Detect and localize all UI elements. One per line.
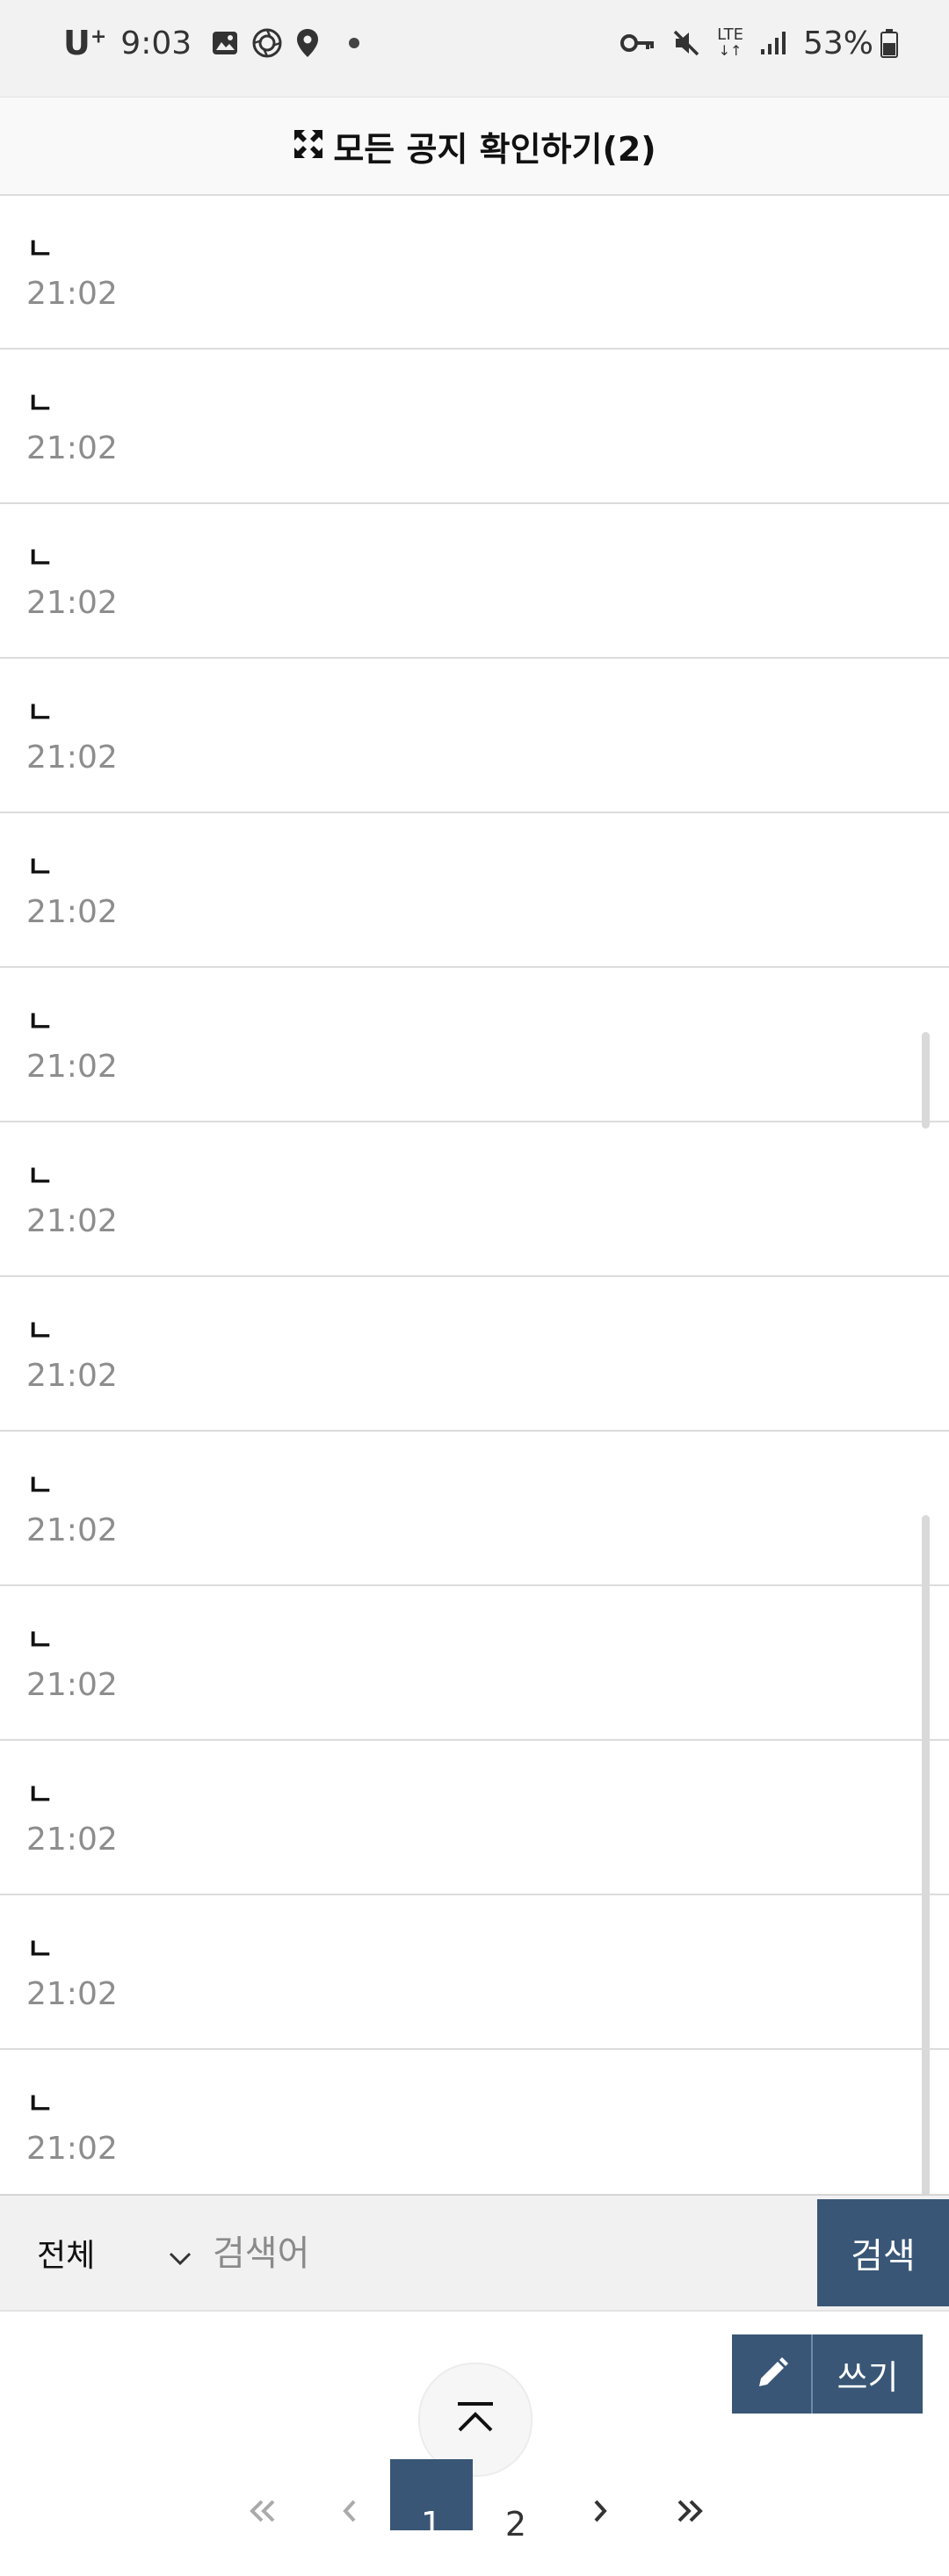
next-page-button[interactable] — [587, 2459, 613, 2569]
pagination: 1 2 — [0, 2459, 949, 2544]
post-time: 21:02 — [26, 1049, 118, 1085]
post-time: 21:02 — [26, 740, 118, 776]
post-subject: ㄴ — [26, 1778, 54, 1813]
post-time: 21:02 — [26, 1512, 118, 1548]
post-time: 21:02 — [26, 894, 118, 930]
battery-icon — [880, 28, 898, 58]
post-time: 21:02 — [26, 1358, 118, 1394]
notification-dot-icon — [348, 37, 360, 49]
status-clock: 9:03 — [120, 25, 192, 61]
page-2-button[interactable]: 2 — [498, 2459, 533, 2576]
page-title: 모든 공지 확인하기(2) — [333, 129, 656, 169]
post-subject: ㄴ — [26, 1932, 54, 1967]
post-list-item[interactable]: ㄴ 21:02 — [0, 1277, 949, 1432]
post-subject: ㄴ — [26, 541, 54, 576]
scrollbar-thumb[interactable] — [922, 1515, 930, 2218]
post-list: ㄴ 21:02 ㄴ 21:02 ㄴ 21:02 ㄴ 21:02 ㄴ 21:02 ㄴ 21:02 ㄴ 21:… — [0, 195, 949, 2204]
search-input[interactable] — [211, 2222, 794, 2285]
post-list-item[interactable]: ㄴ 21:02 — [0, 1122, 949, 1277]
post-subject: ㄴ — [26, 696, 54, 731]
post-subject: ㄴ — [26, 1314, 54, 1349]
prev-page-button[interactable] — [332, 2459, 367, 2569]
expand-arrows-icon — [293, 128, 324, 163]
post-time: 21:02 — [26, 430, 118, 466]
post-time: 21:02 — [26, 1822, 118, 1858]
post-list-item[interactable]: ㄴ 21:02 — [0, 968, 949, 1122]
post-list-item[interactable]: ㄴ 21:02 — [0, 813, 949, 968]
post-list-item[interactable]: ㄴ 21:02 — [0, 2050, 949, 2204]
search-scope-label: 전체 — [37, 2238, 96, 2274]
last-page-button[interactable] — [668, 2459, 712, 2569]
carrier-label: U+ — [63, 24, 107, 62]
write-button-label: 쓰기 — [837, 2357, 899, 2397]
chevron-up-icon — [453, 2400, 497, 2439]
post-list-item[interactable]: ㄴ 21:02 — [0, 350, 949, 504]
post-subject: ㄴ — [26, 1005, 54, 1040]
post-time: 21:02 — [26, 1667, 118, 1703]
search-bar: 전체 검색 — [0, 2194, 949, 2312]
post-list-item[interactable]: ㄴ 21:02 — [0, 195, 949, 350]
chevron-down-icon — [167, 2240, 193, 2276]
post-subject: ㄴ — [26, 1623, 54, 1658]
post-list-item[interactable]: ㄴ 21:02 — [0, 1586, 949, 1741]
write-button[interactable]: 쓰기 — [732, 2334, 923, 2414]
gallery-icon — [211, 29, 239, 57]
page-1-button[interactable]: 1 — [390, 2459, 473, 2544]
pencil-icon — [732, 2334, 813, 2414]
signal-icon — [759, 30, 787, 56]
notice-header[interactable]: 모든 공지 확인하기(2) — [0, 97, 949, 196]
post-time: 21:02 — [26, 585, 118, 621]
post-subject: ㄴ — [26, 1159, 54, 1194]
post-time: 21:02 — [26, 1203, 118, 1239]
post-subject: ㄴ — [26, 386, 54, 422]
location-pin-icon — [295, 27, 320, 59]
mute-icon — [671, 28, 701, 58]
post-time: 21:02 — [26, 276, 118, 312]
post-subject: ㄴ — [26, 1468, 54, 1504]
aperture-icon — [251, 27, 283, 59]
post-subject: ㄴ — [26, 2087, 54, 2122]
search-scope-select[interactable]: 전체 — [37, 2196, 192, 2310]
first-page-button[interactable] — [241, 2459, 285, 2569]
status-bar-right: LTE ↓↑ 53% — [620, 21, 898, 65]
lte-icon: LTE ↓↑ — [717, 25, 743, 59]
post-list-item[interactable]: ㄴ 21:02 — [0, 1432, 949, 1586]
post-time: 21:02 — [26, 2131, 118, 2167]
post-subject: ㄴ — [26, 232, 54, 267]
post-list-item[interactable]: ㄴ 21:02 — [0, 659, 949, 813]
post-time: 21:02 — [26, 1976, 118, 2012]
battery-percent: 53% — [802, 25, 873, 61]
post-list-item[interactable]: ㄴ 21:02 — [0, 1741, 949, 1895]
post-list-item[interactable]: ㄴ 21:02 — [0, 504, 949, 659]
post-subject: ㄴ — [26, 850, 54, 885]
status-bar: U+ 9:03 LTE ↓↑ 53% — [0, 0, 949, 97]
post-list-item[interactable]: ㄴ 21:02 — [0, 1895, 949, 2050]
scrollbar-thumb[interactable] — [922, 1032, 930, 1129]
status-bar-left: U+ 9:03 — [63, 21, 373, 65]
vpn-key-icon — [620, 32, 656, 54]
search-button[interactable]: 검색 — [817, 2199, 949, 2306]
